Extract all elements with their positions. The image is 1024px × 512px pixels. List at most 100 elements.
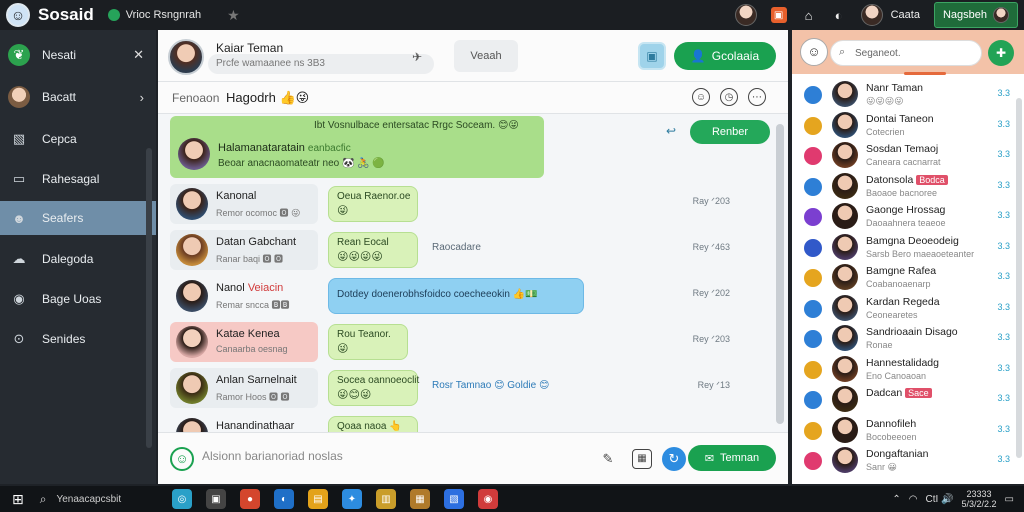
contact-row[interactable]: Dongaftanian Sanr 😀 3.3	[792, 446, 1018, 476]
message-sender-card[interactable]: Katae Kenea Canaarba oesnag	[170, 322, 318, 362]
contact-row[interactable]: Dannofileh Bocobeeoen 3.3	[792, 416, 1018, 446]
notification-icon[interactable]: ▣	[770, 7, 787, 23]
app-files-icon[interactable]: ▥	[376, 489, 396, 509]
call-button[interactable]: 👤 Gcolaaia	[674, 42, 776, 70]
app-browser-icon[interactable]: ◐	[274, 489, 294, 509]
top-action-button[interactable]: Nagsbeh	[933, 2, 1018, 28]
message-bubble[interactable]: Qoaa naoa 👆	[328, 416, 418, 432]
app-chat-icon[interactable]: ◎	[172, 489, 192, 509]
sidebar-item-rahesagal[interactable]: ▭ Rahesagal	[0, 162, 156, 196]
settings-icon[interactable]: ◐	[831, 7, 847, 23]
sender-tag: Veiacin	[247, 282, 284, 294]
message-row[interactable]: Hanandinathaar Qoaa naoa 👆	[170, 414, 766, 432]
message-row[interactable]: Datan Gabchant Ranar baqi 🅾 🅾 Rean Eocal…	[170, 230, 766, 274]
message-row[interactable]: Anlan Sarnelnait Ramor Hoos 🅾 🅾 Socea oa…	[170, 368, 766, 412]
leaf-icon: ❦	[8, 44, 30, 66]
contacts-scrollbar[interactable]	[1016, 98, 1022, 458]
message-row[interactable]: Kanonal Remor ocomoc 🅾 😜 Oeua Raenor.oe …	[170, 184, 766, 228]
message-row[interactable]: Katae Kenea Canaarba oesnag Rou Teanor. …	[170, 322, 766, 366]
button-avatar	[993, 7, 1009, 23]
contact-subtitle-field[interactable]: Prcfe wamaanee ns 3B3	[208, 54, 434, 74]
windows-start-icon[interactable]: ⊞	[12, 491, 24, 508]
reply-button[interactable]: Renber	[690, 120, 770, 144]
message-row[interactable]: Nanol Veiacin Remar sncca 🅱🅱 Dotdey doen…	[170, 276, 766, 320]
search-input[interactable]: ⌕ Seganeot.	[830, 40, 982, 66]
emoji-picker-icon[interactable]: ☺	[170, 447, 194, 471]
app-mail-icon[interactable]: ▧	[444, 489, 464, 509]
tray-up-icon[interactable]: ⌃	[892, 494, 900, 505]
sidebar-item-senides[interactable]: ⊙ Senides	[0, 322, 156, 356]
emoji-icon[interactable]: ☺	[692, 88, 710, 106]
contact-row[interactable]: Dadcan Sace 3.3	[792, 385, 1018, 415]
message-sender-card[interactable]: Anlan Sarnelnait Ramor Hoos 🅾 🅾	[170, 368, 318, 408]
contact-row[interactable]: Dontai Taneon Cotecrien 3.3	[792, 111, 1018, 141]
app-folder-icon[interactable]: ▤	[308, 489, 328, 509]
contact-row[interactable]: Bamgna Deoeodeig Sarsb Bero maeaoeteanter…	[792, 233, 1018, 263]
notification-center-icon[interactable]: ▭	[1005, 494, 1014, 505]
taskbar-search[interactable]: Yenaacapcsbit	[56, 494, 121, 505]
contact-row[interactable]: Gaonge Hrossag Daoaahnera teaeoe 3.3	[792, 202, 1018, 232]
message-sender-card[interactable]: Hanandinathaar	[170, 414, 318, 432]
message-input[interactable]: Alsionn barianoriad noslas	[202, 449, 343, 463]
contact-status: Ronae	[866, 340, 893, 350]
app-media-icon[interactable]: ●	[240, 489, 260, 509]
attach-icon[interactable]: ✎	[596, 447, 620, 471]
chat-scrollbar[interactable]	[776, 124, 784, 424]
pinned-message[interactable]: Ibt Vosnulbace entersatac Rrgc Soceam. 😊…	[170, 116, 544, 178]
user-icon[interactable]: ☺	[800, 38, 828, 66]
app-music-icon[interactable]: ◉	[478, 489, 498, 509]
contact-row[interactable]: Sandrioaain Disago Ronae 3.3	[792, 324, 1018, 354]
camera-icon[interactable]: ⌂	[801, 7, 817, 23]
sidebar-item-bage-uoas[interactable]: ◉ Bage Uoas	[0, 282, 156, 316]
status-dot-icon	[804, 177, 822, 196]
more-icon[interactable]: ⋯	[748, 88, 766, 106]
message-bubble[interactable]: Socea oannoeoclit 😜😊😜	[328, 370, 419, 406]
message-bubble[interactable]: Rou Teanor. 😜	[328, 324, 408, 360]
media-icon[interactable]: ▣	[638, 42, 666, 70]
sidebar-item-seafers[interactable]: ☻ Seafers	[0, 201, 156, 235]
sidebar-scrollbar[interactable]	[146, 148, 152, 448]
close-icon[interactable]: ✕	[133, 47, 144, 63]
message-bubble[interactable]: Oeua Raenor.oe 😜	[328, 186, 418, 222]
chevron-right-icon[interactable]: ›	[140, 90, 144, 105]
sidebar-item-nesati[interactable]: ❦ Nesati ✕	[0, 38, 156, 72]
user-avatar[interactable]	[860, 4, 883, 26]
contact-tag: Sace	[905, 388, 932, 398]
gallery-icon[interactable]: ▦	[632, 449, 652, 469]
contact-time: 3.3	[997, 271, 1010, 281]
avatar[interactable]	[734, 4, 757, 26]
tray-wifi-icon[interactable]: ◠	[909, 494, 918, 505]
sidebar-item-cepca[interactable]: ▧ Cepca	[0, 122, 156, 156]
app-store-icon[interactable]: ▦	[410, 489, 430, 509]
message-time: Ray ᐟ203	[692, 196, 730, 206]
contact-row[interactable]: Hannestalidadg Eno Canoaoan 3.3	[792, 355, 1018, 385]
add-contact-button[interactable]: ✚	[988, 40, 1014, 66]
contact-row[interactable]: Sosdan Temaoj Caneara cacnarrat 3.3	[792, 141, 1018, 171]
message-sender-card[interactable]: Nanol Veiacin Remar sncca 🅱🅱	[170, 276, 318, 316]
app-settings-icon[interactable]: ✦	[342, 489, 362, 509]
message-bubble[interactable]: Dotdey doenerobhsfoidco coecheeokin 👍💵	[328, 278, 584, 314]
pin-icon[interactable]: ✈	[412, 50, 422, 64]
contact-row[interactable]: Bamgne Rafea Coabanoaenarp 3.3	[792, 263, 1018, 293]
contact-row[interactable]: Kardan Regeda Ceonearetes 3.3	[792, 294, 1018, 324]
message-bubble[interactable]: Rean Eocal 😜😜😜😜	[328, 232, 418, 268]
send-button[interactable]: ✉ Temnan	[688, 445, 776, 471]
tray-text[interactable]: CtI 🔊	[926, 494, 954, 505]
sidebar-item-dalegoda[interactable]: ☁ Dalegoda	[0, 242, 156, 276]
refresh-icon[interactable]: ↻	[662, 447, 686, 471]
app-camera-icon[interactable]: ▣	[206, 489, 226, 509]
contact-row[interactable]: Nanr Taman 😜😜😜😜 3.3	[792, 80, 1018, 110]
contact-row[interactable]: Datonsola Bodca Baoaoe bacnoree 3.3	[792, 172, 1018, 202]
avatar	[832, 264, 858, 290]
message-sender-card[interactable]: Kanonal Remor ocomoc 🅾 😜	[170, 184, 318, 224]
star-icon[interactable]: ★	[227, 7, 240, 24]
clock[interactable]: 23333 5/3/2/2.2	[962, 489, 997, 509]
message-sender-card[interactable]: Datan Gabchant Ranar baqi 🅾 🅾	[170, 230, 318, 270]
contact-avatar[interactable]	[168, 39, 204, 75]
search-icon[interactable]: ⌕	[40, 492, 47, 507]
contact-name-text: Bamgne Rafea	[866, 265, 937, 277]
sidebar-item-bacatt[interactable]: Bacatt ›	[0, 80, 156, 114]
clock-icon[interactable]: ◷	[720, 88, 738, 106]
search-button[interactable]: Veaah	[454, 40, 518, 72]
reply-icon[interactable]: ↩	[666, 124, 676, 138]
